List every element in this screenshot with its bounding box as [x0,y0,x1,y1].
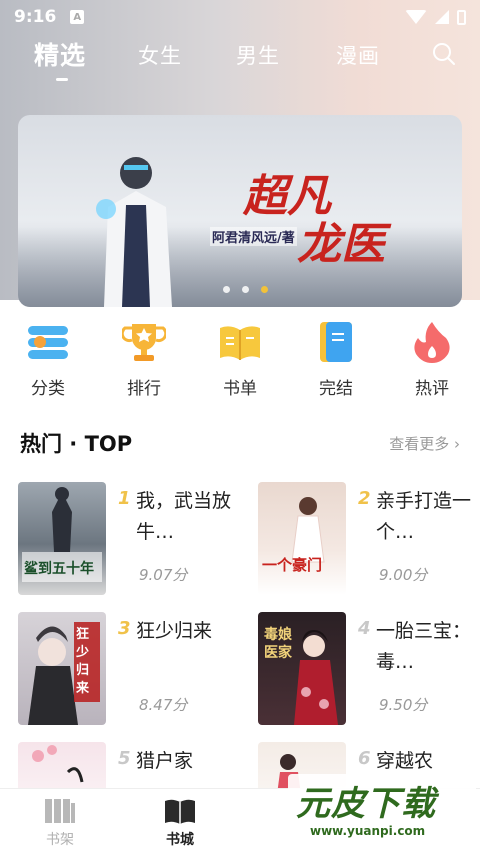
carousel-dot[interactable] [223,286,230,293]
tab-indicator [56,78,68,81]
category-shortcuts: 分类 排行 书单 完结 热评 [0,320,480,410]
flame-icon [414,322,450,363]
search-icon[interactable] [432,42,456,66]
book-cover: 狂少归来 [18,612,106,725]
book-rank: 3 [118,618,131,639]
book-title: 狂少归来 [136,620,213,642]
signal-icon [435,10,449,24]
book-title: 穿越农 [376,750,434,772]
book-score: 9.07分 [139,566,188,584]
shortcut-label: 热评 [415,379,449,399]
book-score: 9.00分 [379,566,428,584]
tab-female[interactable]: 女生 [138,40,182,70]
watermark-title: 元皮下载 [296,784,436,824]
banner-title-line1: 超凡 [243,171,331,222]
book-card[interactable]: 毒娘医家 4 一胎三宝：毒… 9.50分 [258,612,478,727]
trophy-icon [122,324,166,361]
book-score: 8.47分 [139,696,188,714]
chevron-right-icon: › [454,435,460,453]
nav-bookshelf[interactable]: 书架 [20,797,100,849]
bookshelf-icon [45,799,75,823]
see-more-label: 查看更多 [389,435,450,453]
shortcut-hot-reviews[interactable]: 热评 [392,320,472,399]
book-cover: 毒娘医家 [258,612,346,725]
book-title: 亲手打造一个… [376,490,472,543]
shortcut-ranking[interactable]: 排行 [104,320,184,399]
book-rank: 2 [358,488,371,509]
book-title: 我，武当放牛… [136,490,232,543]
book-card[interactable]: 鲨到五十年 1 我，武当放牛… 9.07分 [18,482,238,597]
book-title: 一胎三宝：毒… [376,620,472,673]
nav-bookstore[interactable]: 书城 [140,797,220,849]
banner-title: 超凡 龙医 [243,173,385,269]
tab-featured[interactable]: 精选 [34,36,86,72]
carousel-dots [223,286,268,293]
site-watermark: 元皮下载 www.yuanpi.com [288,774,476,846]
cover-title: 狂少归来 [76,627,90,696]
hot-top-section-header: 热门 · TOP 查看更多 › [20,428,460,458]
category-icon [28,326,68,359]
cover-illustration [22,487,102,582]
section-title: 热门 · TOP [20,432,133,456]
cover-title: 鲨到五十年 [24,561,94,577]
book-rank: 4 [358,618,371,639]
status-bar: 9:16 A [0,0,480,34]
battery-icon [457,9,466,25]
finished-book-icon [320,322,352,362]
tab-comics[interactable]: 漫画 [336,40,380,70]
open-book-icon [220,326,260,360]
notification-icon: A [70,10,85,24]
cover-title: 毒娘医家 [264,627,292,661]
tab-male[interactable]: 男生 [236,40,280,70]
book-rank: 1 [118,488,131,509]
book-cover: 鲨到五十年 [18,482,106,595]
book-rank: 6 [358,748,371,769]
nav-label: 书城 [166,832,194,848]
shortcut-booklist[interactable]: 书单 [200,320,280,399]
shortcut-category[interactable]: 分类 [8,320,88,399]
bookstore-icon [165,799,195,824]
cover-illustration [291,497,325,563]
nav-label: 书架 [46,832,74,848]
book-card[interactable]: 一个豪门 2 亲手打造一个… 9.00分 [258,482,478,597]
top-tabs: 精选 女生 男生 漫画 [0,36,480,86]
book-rank: 5 [118,748,131,769]
book-title: 猎户家 [136,750,194,772]
watermark-url: www.yuanpi.com [310,824,426,838]
shortcut-label: 书单 [223,379,257,399]
book-card[interactable]: 狂少归来 3 狂少归来 8.47分 [18,612,238,727]
wifi-icon [405,10,427,24]
status-time: 9:16 [14,7,57,27]
shortcut-finished[interactable]: 完结 [296,320,376,399]
shortcut-label: 排行 [127,379,161,399]
cover-title: 一个豪门 [262,556,323,574]
book-score: 9.50分 [379,696,428,714]
see-more-link[interactable]: 查看更多 › [389,433,460,454]
promo-banner[interactable]: 超凡 龙医 阿君清风远/著 [18,115,462,307]
banner-character-illustration [96,157,172,307]
carousel-dot-active[interactable] [261,286,268,293]
carousel-dot[interactable] [242,286,249,293]
shortcut-label: 分类 [31,379,65,399]
banner-author: 阿君清风远/著 [210,227,297,246]
book-cover: 一个豪门 [258,482,346,595]
shortcut-label: 完结 [319,379,353,399]
